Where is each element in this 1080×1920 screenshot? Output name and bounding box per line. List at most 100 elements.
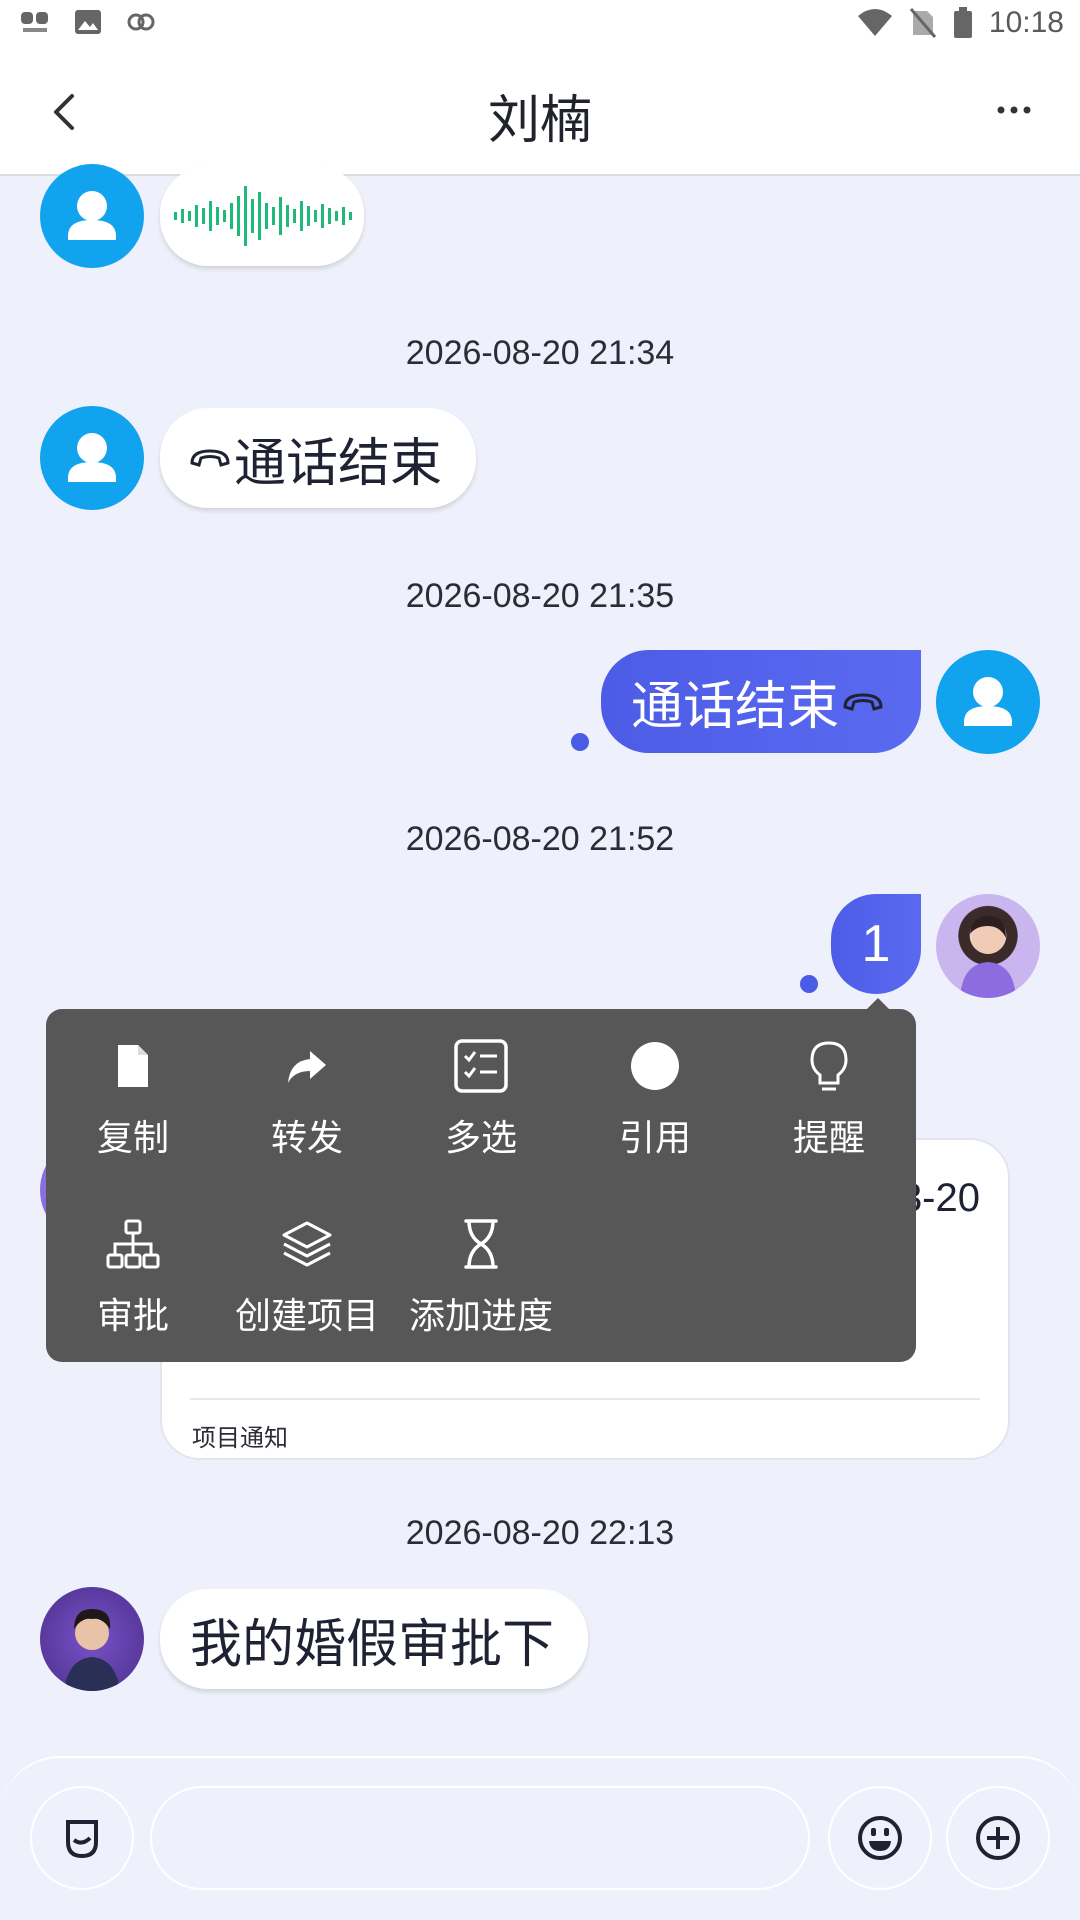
voice-wave-bar xyxy=(328,208,331,224)
voice-wave-bar xyxy=(300,201,303,231)
call-status-text: 通话结束 xyxy=(631,677,840,737)
voice-wave-bar xyxy=(265,203,268,229)
voice-wave-bar xyxy=(321,204,324,228)
text-message-bubble[interactable]: 1 xyxy=(831,894,921,994)
voice-wave-bar xyxy=(272,207,275,225)
notification-icons xyxy=(20,8,156,36)
person-icon xyxy=(964,677,1012,726)
no-sim-icon xyxy=(909,8,937,38)
card-footer: 项目通知 xyxy=(192,1424,288,1452)
chat-header: 刘楠 xyxy=(0,50,1080,176)
bulb-icon xyxy=(810,1041,848,1091)
menu-item-create-project[interactable]: 创建项目 xyxy=(220,1187,394,1337)
org-chart-icon xyxy=(106,1219,160,1269)
checklist-icon xyxy=(454,1039,508,1093)
menu-item-multiselect[interactable]: 多选 xyxy=(394,1009,568,1159)
timestamp: 2026-08-20 22:13 xyxy=(405,1514,675,1552)
voice-message-bubble[interactable] xyxy=(160,166,364,266)
call-message-bubble[interactable]: 通话结束 xyxy=(601,650,921,753)
hangup-icon xyxy=(843,692,883,711)
voice-wave-bar xyxy=(251,199,254,233)
menu-label: 转发 xyxy=(270,1118,343,1159)
card-divider xyxy=(190,1398,980,1400)
voice-wave-bar xyxy=(258,192,261,240)
voice-wave-bar xyxy=(216,207,219,225)
add-button[interactable] xyxy=(946,1786,1050,1890)
voice-wave-bar xyxy=(307,206,310,226)
call-message-bubble[interactable]: 通话结束 xyxy=(160,408,476,508)
voice-wave-bar xyxy=(349,212,352,220)
voice-toggle-icon xyxy=(66,1820,98,1859)
read-status-dot xyxy=(571,733,589,751)
person-icon xyxy=(68,191,116,240)
timestamp: 2026-08-20 21:35 xyxy=(405,577,675,615)
woman-avatar-icon xyxy=(960,916,1016,998)
voice-wave-bar xyxy=(209,201,212,231)
menu-label: 创建项目 xyxy=(234,1296,379,1337)
menu-item-quote[interactable]: 引用 xyxy=(568,1009,742,1159)
menu-item-copy[interactable]: 复制 xyxy=(46,1009,220,1159)
timestamp: 2026-08-20 21:52 xyxy=(405,820,675,858)
layers-icon xyxy=(282,1221,332,1267)
message-context-menu: 复制 转发 多选 引用 提醒 审批 创建项目 添加进度 xyxy=(46,1009,916,1362)
more-icon[interactable] xyxy=(984,90,1044,130)
voice-wave-bar xyxy=(244,186,247,246)
wifi-icon xyxy=(857,9,892,36)
menu-item-remind[interactable]: 提醒 xyxy=(742,1009,916,1159)
message-input[interactable] xyxy=(150,1786,810,1890)
battery-icon xyxy=(953,7,972,38)
menu-label: 多选 xyxy=(444,1118,517,1159)
voice-wave-bar xyxy=(188,211,191,221)
avatar[interactable] xyxy=(40,164,144,268)
avatar[interactable] xyxy=(40,406,144,510)
menu-item-approve[interactable]: 审批 xyxy=(46,1187,220,1337)
avatar[interactable] xyxy=(936,894,1040,998)
forward-icon xyxy=(288,1051,326,1083)
avatar[interactable] xyxy=(936,650,1040,754)
call-status-text: 通话结束 xyxy=(234,433,443,494)
menu-label: 添加进度 xyxy=(408,1296,553,1337)
voice-wave-bar xyxy=(335,211,338,221)
plus-circle-icon xyxy=(976,1816,1020,1860)
menu-label: 复制 xyxy=(96,1118,169,1159)
voice-wave-bar xyxy=(202,208,205,224)
timestamp: 2026-08-20 21:34 xyxy=(405,334,675,372)
status-bar: 10:18 xyxy=(0,0,1080,50)
man-avatar-icon xyxy=(64,1609,120,1691)
app-icon xyxy=(21,12,48,32)
message-text: 1 xyxy=(861,915,891,973)
emoji-button[interactable] xyxy=(828,1786,932,1890)
text-message-bubble[interactable]: 我的婚假审批下 xyxy=(160,1589,588,1689)
document-icon xyxy=(118,1045,148,1087)
voice-wave-bar xyxy=(174,212,177,220)
person-icon xyxy=(68,433,116,482)
voice-wave-icon xyxy=(174,186,352,246)
menu-item-add-progress[interactable]: 添加进度 xyxy=(394,1187,568,1337)
voice-wave-bar xyxy=(237,196,240,236)
circle-icon xyxy=(631,1042,679,1090)
voice-wave-bar xyxy=(314,210,317,222)
read-status-dot xyxy=(800,975,818,993)
status-time: 10:18 xyxy=(988,6,1064,39)
voice-wave-bar xyxy=(195,205,198,227)
image-icon xyxy=(75,10,101,34)
voice-wave-bar xyxy=(181,209,184,223)
avatar[interactable] xyxy=(40,1587,144,1691)
voice-wave-bar xyxy=(293,209,296,223)
menu-item-forward[interactable]: 转发 xyxy=(220,1009,394,1159)
voice-wave-bar xyxy=(230,203,233,229)
voice-wave-bar xyxy=(223,210,226,222)
message-text: 我的婚假审批下 xyxy=(190,1614,555,1675)
voice-toggle-button[interactable] xyxy=(30,1786,134,1890)
voice-wave-bar xyxy=(286,205,289,227)
voice-wave-bar xyxy=(279,197,282,235)
menu-label: 审批 xyxy=(96,1296,169,1337)
chat-title: 刘楠 xyxy=(487,91,592,151)
hangup-icon xyxy=(190,449,230,467)
cloud-link-icon xyxy=(127,13,155,31)
hourglass-icon xyxy=(464,1219,498,1269)
menu-label: 提醒 xyxy=(792,1118,865,1159)
emoji-icon xyxy=(858,1816,902,1860)
system-icons: 10:18 xyxy=(857,6,1064,40)
menu-label: 引用 xyxy=(618,1118,691,1159)
